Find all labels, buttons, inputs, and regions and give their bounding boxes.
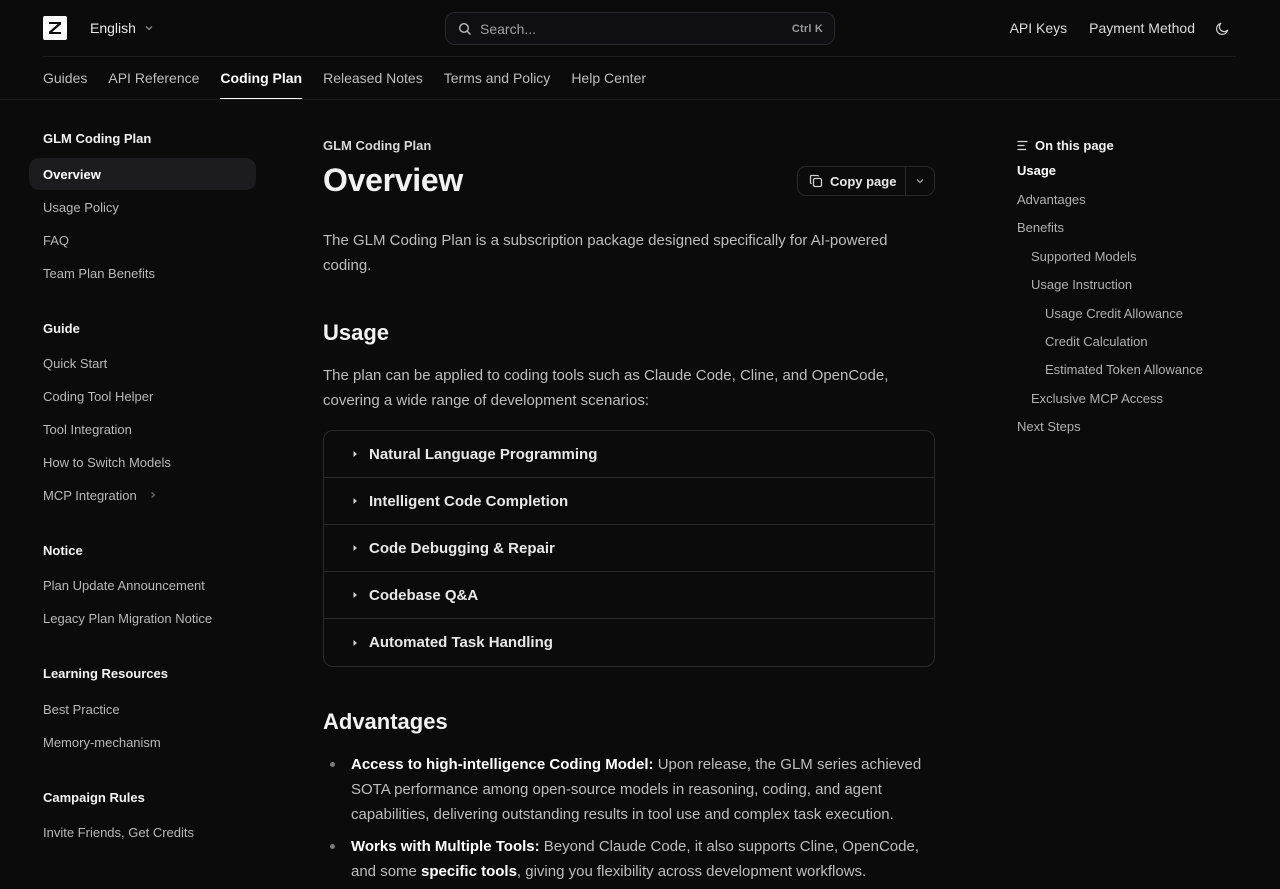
toc-item-credit-calculation[interactable]: Credit Calculation [1045,334,1148,349]
list-item: Access to high-intelligence Coding Model… [323,752,935,827]
list-item-text: , giving you flexibility across developm… [516,863,867,880]
header-links: API Keys Payment Method [1010,19,1230,37]
sidebar-item-quick-start[interactable]: Quick Start [29,347,256,379]
toc-item-usage[interactable]: Usage [1017,163,1056,178]
usage-paragraph: The plan can be applied to coding tools … [323,367,889,409]
sidebar-section-title: Notice [43,543,83,558]
sidebar-item-overview[interactable]: Overview [29,158,256,190]
toc-item-usage-instruction[interactable]: Usage Instruction [1031,277,1132,292]
tab-bar: Guides API Reference Coding Plan Release… [43,57,667,99]
api-keys-link[interactable]: API Keys [1010,20,1068,36]
sidebar-section-title: Guide [43,321,80,336]
copy-page-button[interactable]: Copy page [798,167,905,195]
sidebar-item-plan-update-announcement[interactable]: Plan Update Announcement [29,569,256,601]
sidebar-item-label: MCP Integration [43,487,137,503]
sidebar-item-invite-friends[interactable]: Invite Friends, Get Credits [29,816,256,848]
tab-api-reference[interactable]: API Reference [108,57,199,99]
advantages-heading: Advantages [323,709,448,734]
sidebar-item-legacy-plan-migration-notice[interactable]: Legacy Plan Migration Notice [29,602,256,634]
toc-item-estimated-token-allowance[interactable]: Estimated Token Allowance [1045,362,1203,377]
list-icon [1017,140,1028,151]
sidebar-item-memory-mechanism[interactable]: Memory-mechanism [29,726,256,758]
copy-page-label: Copy page [830,173,897,189]
intro-paragraph: The GLM Coding Plan is a subscription pa… [323,232,888,274]
accordion-item[interactable]: Natural Language Programming [324,431,934,478]
sidebar-item-team-plan-benefits[interactable]: Team Plan Benefits [29,257,256,289]
copy-icon [809,174,823,188]
sidebar-item-best-practice[interactable]: Best Practice [29,693,256,725]
sidebar-item-faq[interactable]: FAQ [29,224,256,256]
list-item: Works with Multiple Tools: Beyond Claude… [323,834,935,884]
toc-heading-label: On this page [1035,138,1114,153]
list-item-title: Works with Multiple Tools: [351,838,540,855]
accordion-item-label: Codebase Q&A [369,586,479,604]
search-placeholder: Search... [480,20,537,37]
toc-item-next-steps[interactable]: Next Steps [1017,419,1081,434]
toc-item-benefits[interactable]: Benefits [1017,220,1064,235]
sidebar-section-title: Campaign Rules [43,790,145,805]
sidebar-item-tool-integration[interactable]: Tool Integration [29,413,256,445]
tab-terms-and-policy[interactable]: Terms and Policy [444,57,551,99]
chevron-down-icon [916,179,924,184]
caret-right-icon [353,498,357,504]
specific-tools-link[interactable]: specific tools [421,863,517,880]
search-icon [458,22,471,35]
copy-page-button-group: Copy page [797,166,935,196]
sidebar-section-title: Learning Resources [43,666,168,681]
sidebar-section-title: GLM Coding Plan [43,131,152,146]
toc-item-advantages[interactable]: Advantages [1017,192,1086,207]
list-item-title: Access to high-intelligence Coding Model… [351,756,654,773]
breadcrumb: GLM Coding Plan [323,138,432,153]
sidebar-item-how-to-switch-models[interactable]: How to Switch Models [29,446,256,478]
sidebar-item-mcp-integration[interactable]: MCP Integration [29,479,256,511]
sidebar-item-coding-tool-helper[interactable]: Coding Tool Helper [29,380,256,412]
z-logo-icon[interactable] [43,16,67,40]
caret-right-icon [353,451,357,457]
toc-heading: On this page [1017,138,1114,153]
payment-method-link[interactable]: Payment Method [1089,20,1195,36]
accordion-item-label: Automated Task Handling [369,634,553,651]
accordion-item-label: Code Debugging & Repair [369,539,555,557]
moon-icon[interactable] [1215,21,1230,36]
sidebar-item-usage-policy[interactable]: Usage Policy [29,191,256,223]
accordion-item-label: Natural Language Programming [369,445,598,463]
usage-heading: Usage [323,320,390,345]
accordion-item[interactable]: Intelligent Code Completion [324,478,934,525]
chevron-right-icon [150,492,156,498]
tabs-divider [0,99,1280,100]
accordion-item[interactable]: Automated Task Handling [324,619,934,666]
tab-guides[interactable]: Guides [43,57,87,99]
tab-released-notes[interactable]: Released Notes [323,57,423,99]
language-selector[interactable]: English [90,19,154,37]
toc-item-supported-models[interactable]: Supported Models [1031,249,1137,264]
accordion-item[interactable]: Code Debugging & Repair [324,525,934,572]
caret-right-icon [353,639,357,646]
accordion-item-label: Intelligent Code Completion [369,492,569,510]
tab-coding-plan[interactable]: Coding Plan [220,57,302,99]
bullet [330,762,335,767]
usage-accordion: Natural Language Programming Intelligent… [323,430,935,667]
language-label: English [90,20,136,36]
advantages-list: Access to high-intelligence Coding Model… [323,752,935,889]
search-input[interactable]: Search... Ctrl K [445,12,835,45]
bullet [330,844,335,849]
tab-help-center[interactable]: Help Center [571,57,646,99]
chevron-down-icon [145,26,153,31]
top-bar: English Search... Ctrl K API Keys Paymen… [0,0,1280,56]
caret-right-icon [353,592,357,598]
toc-item-usage-credit-allowance[interactable]: Usage Credit Allowance [1045,306,1183,321]
toc-item-exclusive-mcp-access[interactable]: Exclusive MCP Access [1031,391,1163,406]
page-title: Overview [323,162,463,198]
copy-options-dropdown[interactable] [906,167,934,195]
accordion-item[interactable]: Codebase Q&A [324,572,934,619]
search-shortcut: Ctrl K [791,22,823,35]
caret-right-icon [353,545,357,551]
